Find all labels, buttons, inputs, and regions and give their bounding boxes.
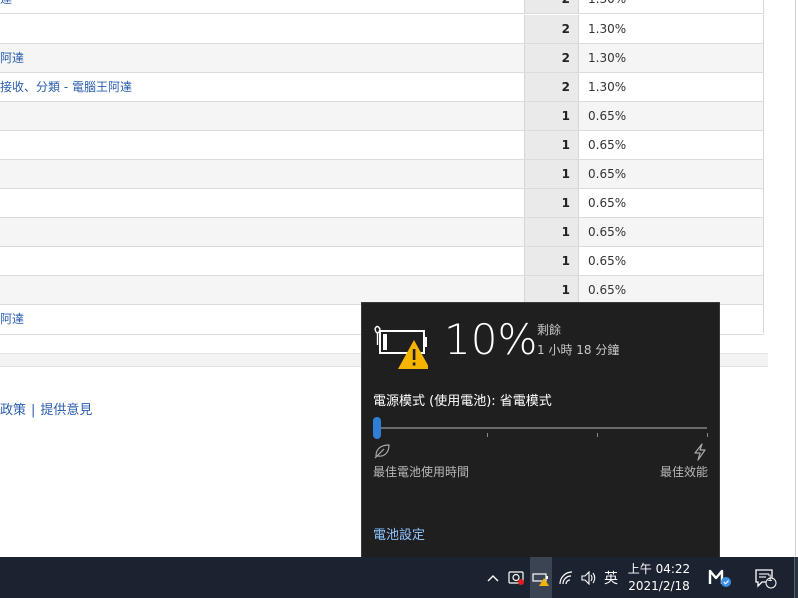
count-cell: 1	[524, 218, 579, 246]
count-cell: 1	[524, 276, 579, 304]
percent-cell: 0.65%	[579, 276, 764, 304]
show-hidden-icons-button[interactable]	[482, 557, 504, 598]
volume-tray-button[interactable]	[578, 557, 600, 598]
percent-cell: 1.30%	[579, 44, 764, 72]
page-link[interactable]: 達	[0, 0, 524, 13]
table-row: 1 0.65%	[0, 102, 764, 131]
percent-cell: 0.65%	[579, 189, 764, 217]
table-row: 1 0.65%	[0, 160, 764, 189]
count-cell: 2	[524, 0, 579, 13]
battery-tray-button[interactable]	[530, 557, 552, 598]
battery-percent: 10%	[444, 315, 538, 364]
count-cell: 2	[524, 44, 579, 72]
lightning-bolt-icon	[694, 443, 706, 461]
slider-tick	[707, 433, 708, 437]
percent-cell: 0.65%	[579, 131, 764, 159]
network-tray-button[interactable]	[556, 557, 576, 598]
battery-settings-link[interactable]: 電池設定	[373, 524, 425, 543]
footer-separator: |	[31, 403, 36, 418]
slider-tick	[597, 433, 598, 437]
remaining-time: 1 小時 18 分鐘	[537, 343, 620, 357]
footer-links: 政策 | 提供意見	[0, 399, 92, 418]
page-link[interactable]	[0, 247, 524, 275]
best-battery-label: 最佳電池使用時間	[373, 465, 470, 479]
slider-track[interactable]	[377, 427, 707, 429]
app-tray-button[interactable]	[703, 557, 737, 598]
notification-count: 1	[767, 574, 773, 584]
table-row: 阿達 2 1.30%	[0, 44, 764, 73]
power-mode-slider[interactable]	[373, 417, 711, 439]
clock[interactable]: 上午 04:22 2021/2/18	[624, 557, 694, 598]
page-link[interactable]	[0, 160, 524, 188]
battery-icon	[532, 572, 549, 586]
page-link[interactable]	[0, 276, 524, 304]
battery-warning-icon	[374, 325, 428, 369]
count-cell: 1	[524, 131, 579, 159]
page-link[interactable]	[0, 131, 524, 159]
table-row: 1 0.65%	[0, 247, 764, 276]
volume-icon	[581, 570, 596, 585]
leaf-icon	[374, 444, 390, 459]
app-icon	[708, 569, 731, 587]
table-row: 1 0.65%	[0, 276, 764, 305]
show-desktop-button[interactable]	[794, 557, 798, 598]
table-row: 達 2 1.30%	[0, 0, 764, 14]
percent-cell: 1.30%	[579, 15, 764, 43]
slider-tick	[487, 433, 488, 437]
remaining-label: 剩餘	[537, 323, 562, 337]
clock-date: 2021/2/18	[628, 578, 690, 593]
power-mode-title: 電源模式 (使用電池): 省電模式	[373, 394, 552, 409]
camera-tray-button[interactable]	[506, 557, 528, 598]
feedback-link[interactable]: 提供意見	[40, 403, 92, 418]
privacy-link[interactable]: 政策	[0, 403, 26, 418]
table-row: 2 1.30%	[0, 15, 764, 44]
chevron-up-icon	[487, 574, 499, 581]
count-cell: 1	[524, 189, 579, 217]
table-row: 1 0.65%	[0, 189, 764, 218]
table-row: 1 0.65%	[0, 131, 764, 160]
percent-cell: 0.65%	[579, 218, 764, 246]
page-link[interactable]: 阿達	[0, 44, 524, 72]
count-cell: 2	[524, 15, 579, 43]
wifi-icon	[559, 570, 573, 584]
table-row: 接收、分類 - 電腦王阿達 2 1.30%	[0, 73, 764, 102]
window-edge	[795, 0, 796, 556]
screen: 達 2 1.30% 2 1.30% 阿達 2 1.30% 接收、分類 - 電腦王…	[0, 0, 798, 598]
best-performance-label: 最佳效能	[659, 465, 708, 479]
count-cell: 1	[524, 247, 579, 275]
notification-center-button[interactable]: 1	[750, 557, 780, 598]
percent-cell: 0.65%	[579, 102, 764, 130]
input-method-button[interactable]: 英	[600, 557, 622, 598]
clock-time: 上午 04:22	[627, 561, 691, 576]
taskbar: 英 上午 04:22 2021/2/18 1	[0, 557, 798, 598]
count-cell: 1	[524, 160, 579, 188]
percent-cell: 1.30%	[579, 73, 764, 101]
page-link[interactable]	[0, 15, 524, 43]
table-row: 1 0.65%	[0, 218, 764, 247]
page-link[interactable]	[0, 102, 524, 130]
page-link[interactable]	[0, 218, 524, 246]
count-cell: 1	[524, 102, 579, 130]
count-cell: 2	[524, 73, 579, 101]
percent-cell: 0.65%	[579, 160, 764, 188]
page-link[interactable]: 接收、分類 - 電腦王阿達	[0, 73, 524, 101]
camera-icon	[508, 570, 524, 585]
slider-thumb[interactable]	[373, 417, 381, 439]
percent-cell: 0.65%	[579, 247, 764, 275]
battery-flyout: 10% 剩餘 1 小時 18 分鐘 電源模式 (使用電池): 省電模式 最佳電池…	[361, 302, 720, 558]
page-link[interactable]	[0, 189, 524, 217]
percent-cell: 1.30%	[579, 0, 764, 13]
